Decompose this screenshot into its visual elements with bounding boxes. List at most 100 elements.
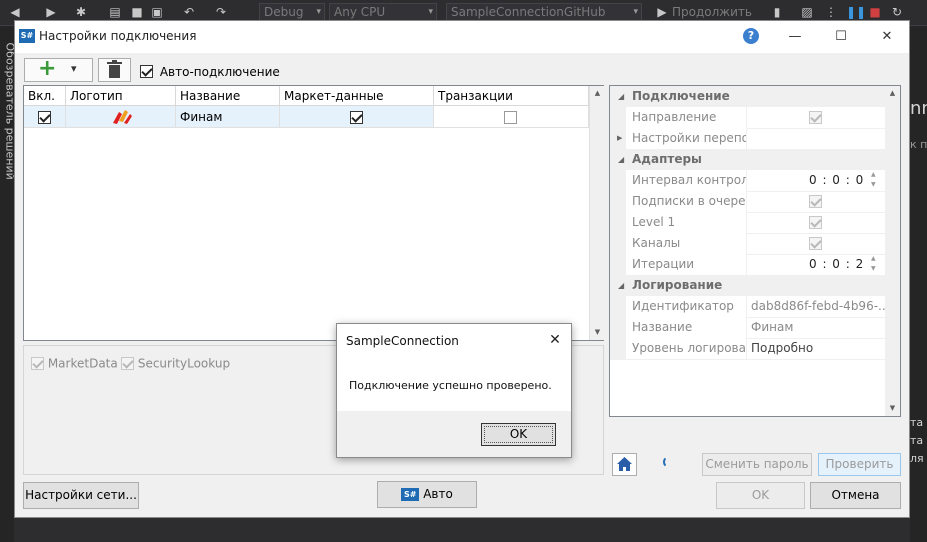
collapse-icon[interactable]: ◢ bbox=[618, 275, 624, 296]
scroll-up-icon[interactable]: ▲ bbox=[590, 86, 605, 101]
grid-scrollbar[interactable]: ▲ ▼ bbox=[589, 86, 604, 340]
ok-button[interactable]: OK bbox=[481, 423, 556, 446]
property-value[interactable] bbox=[747, 107, 885, 128]
ok-button[interactable]: OK bbox=[716, 482, 805, 509]
close-button[interactable]: ✕ bbox=[873, 25, 901, 49]
property-value[interactable] bbox=[747, 233, 885, 254]
save-all-icon[interactable]: ▣ bbox=[150, 5, 164, 19]
maximize-button[interactable]: ☐ bbox=[827, 25, 855, 49]
check-button[interactable]: Проверить bbox=[818, 453, 901, 476]
level1-checkbox[interactable] bbox=[809, 216, 822, 229]
marketdata-checkbox[interactable] bbox=[31, 357, 44, 370]
direction-checkbox[interactable] bbox=[809, 111, 822, 124]
delete-connection-button[interactable] bbox=[98, 58, 131, 82]
scroll-down-icon[interactable]: ▼ bbox=[590, 325, 605, 340]
vs-right-snippet: к па bbox=[910, 138, 927, 151]
column-header-logo[interactable]: Логотип bbox=[66, 86, 176, 106]
collapse-icon[interactable]: ◢ bbox=[618, 149, 624, 170]
property-name: Подписки в очеред bbox=[610, 191, 747, 212]
add-connection-button[interactable]: + ▾ bbox=[24, 56, 93, 82]
close-button[interactable]: ✕ bbox=[543, 329, 567, 351]
new-item-icon[interactable]: ✱ bbox=[74, 5, 88, 19]
property-row[interactable]: Level 1 bbox=[610, 212, 885, 234]
option-securitylookup[interactable]: SecurityLookup bbox=[121, 356, 230, 371]
property-row[interactable]: Подписки в очеред bbox=[610, 191, 885, 213]
vs-side-strip: Обозреватель решений bbox=[0, 26, 17, 542]
channels-checkbox[interactable] bbox=[809, 237, 822, 250]
property-row[interactable]: Уровень логирова Подробно bbox=[610, 338, 885, 360]
row-gutter bbox=[610, 212, 626, 233]
property-value[interactable]: 0 : 0 : 2 bbox=[747, 254, 885, 275]
scroll-up-icon[interactable]: ▲ bbox=[885, 86, 900, 101]
play-icon[interactable]: ▶ bbox=[655, 5, 669, 19]
save-icon[interactable]: ■ bbox=[130, 5, 144, 19]
auto-connect-checkbox[interactable]: Авто-подключение bbox=[140, 64, 280, 79]
redo-icon[interactable]: ↷ bbox=[214, 5, 228, 19]
property-row[interactable]: Название Финам bbox=[610, 317, 885, 339]
category-logging[interactable]: ◢ Логирование bbox=[610, 275, 885, 296]
message-text: Подключение успешно проверено. bbox=[349, 379, 552, 392]
vs-right-snippet: ля с bbox=[910, 452, 927, 465]
property-row[interactable]: Идентификатор dab8d86f-febd-4b96-... bbox=[610, 296, 885, 318]
config-combo-value: Debug bbox=[264, 5, 304, 19]
auto-button[interactable]: S# Авто bbox=[377, 481, 477, 508]
property-name: Каналы bbox=[610, 233, 747, 254]
spin-icon[interactable]: ▲ ▼ bbox=[871, 254, 879, 274]
scroll-down-icon[interactable]: ▼ bbox=[885, 401, 900, 416]
category-adapters[interactable]: ◢ Адаптеры bbox=[610, 149, 885, 170]
property-row[interactable]: Направление bbox=[610, 107, 885, 129]
spin-icon[interactable]: ▲ ▼ bbox=[871, 170, 879, 190]
open-icon[interactable]: ▤ bbox=[108, 5, 122, 19]
property-value[interactable] bbox=[747, 191, 885, 212]
trash-icon bbox=[107, 60, 122, 78]
folder-icon[interactable]: ▮ bbox=[770, 5, 784, 19]
property-row[interactable]: Настройки перепо ▶ bbox=[610, 128, 885, 150]
transactions-checkbox[interactable] bbox=[504, 111, 517, 124]
property-row[interactable]: Итерации 0 : 0 : 2 ▲ ▼ bbox=[610, 254, 885, 276]
table-row-cell-enabled[interactable] bbox=[24, 106, 66, 128]
column-header-transactions[interactable]: Транзакции bbox=[434, 86, 589, 106]
minimize-button[interactable]: — bbox=[781, 25, 809, 49]
column-header-name[interactable]: Название bbox=[176, 86, 280, 106]
category-connection[interactable]: ◢ Подключение bbox=[610, 86, 885, 107]
table-row-cell-transactions[interactable] bbox=[434, 106, 589, 128]
collapse-icon[interactable]: ◢ bbox=[618, 86, 624, 107]
property-value[interactable]: Финам bbox=[747, 317, 885, 338]
property-value[interactable]: 0 : 0 : 0 bbox=[747, 170, 885, 191]
chevron-down-icon: ▾ bbox=[633, 7, 638, 17]
table-row-cell-market-data[interactable] bbox=[280, 106, 434, 128]
column-header-market-data[interactable]: Маркет-данные bbox=[280, 86, 434, 106]
property-value[interactable]: dab8d86f-febd-4b96-... bbox=[747, 296, 885, 317]
column-header-enabled[interactable]: Вкл. bbox=[24, 86, 66, 106]
property-value[interactable] bbox=[747, 212, 885, 233]
loading-spinner-icon bbox=[663, 456, 675, 468]
property-grid-scrollbar[interactable]: ▲ ▼ bbox=[885, 86, 900, 416]
auto-connect-check[interactable] bbox=[140, 65, 153, 78]
row-enabled-checkbox[interactable] bbox=[38, 111, 51, 124]
option-marketdata[interactable]: MarketData bbox=[31, 356, 118, 371]
change-password-button[interactable]: Сменить пароль bbox=[702, 453, 812, 476]
run-label[interactable]: Продолжить bbox=[672, 5, 752, 19]
back-icon[interactable]: ◀ bbox=[8, 5, 22, 19]
property-name: Уровень логирова bbox=[610, 338, 747, 359]
undo-icon[interactable]: ↶ bbox=[182, 5, 196, 19]
home-button[interactable] bbox=[612, 453, 637, 476]
forward-icon[interactable]: ▶ bbox=[44, 5, 58, 19]
table-row-cell-name[interactable]: Финам bbox=[176, 106, 280, 128]
property-value[interactable]: Подробно bbox=[747, 338, 885, 359]
property-value[interactable] bbox=[747, 128, 885, 149]
image-icon[interactable]: ▨ bbox=[800, 5, 814, 19]
network-settings-button[interactable]: Настройки сети... bbox=[23, 482, 139, 509]
stop-icon[interactable]: ■ bbox=[868, 5, 882, 19]
expand-icon[interactable]: ▶ bbox=[617, 128, 622, 149]
help-icon[interactable]: ? bbox=[743, 28, 759, 44]
property-row[interactable]: Каналы bbox=[610, 233, 885, 255]
market-data-checkbox[interactable] bbox=[350, 111, 363, 124]
securitylookup-checkbox[interactable] bbox=[121, 357, 134, 370]
dots-icon[interactable]: ⋮ bbox=[824, 5, 838, 19]
property-row[interactable]: Интервал контроля 0 : 0 : 0 ▲ ▼ bbox=[610, 170, 885, 192]
pause-icon[interactable]: ❚❚ bbox=[846, 5, 866, 19]
restart-icon[interactable]: ↻ bbox=[890, 5, 904, 19]
cancel-button[interactable]: Отмена bbox=[810, 482, 901, 509]
subscriptions-checkbox[interactable] bbox=[809, 195, 822, 208]
